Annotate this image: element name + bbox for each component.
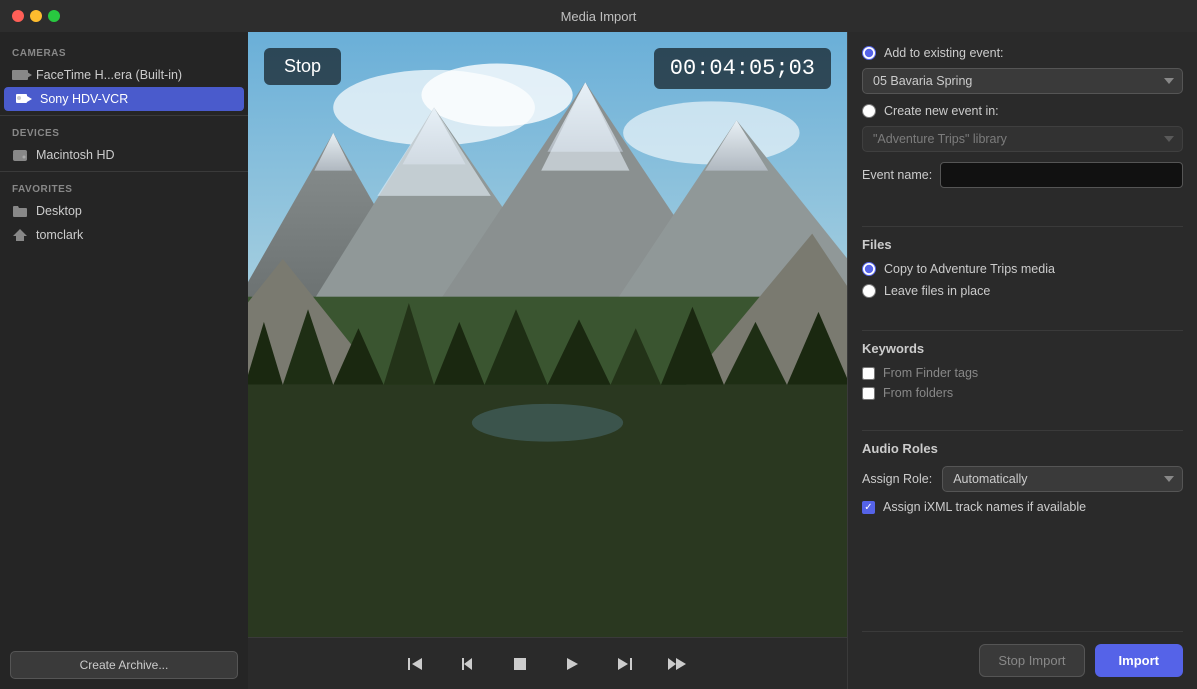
keywords-title: Keywords xyxy=(862,341,1183,356)
sidebar-item-facetime-label: FaceTime H...era (Built-in) xyxy=(36,68,182,82)
sidebar-item-sony-hdv[interactable]: Sony HDV-VCR xyxy=(4,87,244,111)
hdd-icon xyxy=(12,149,28,161)
new-event-library-dropdown[interactable]: "Adventure Trips" library xyxy=(862,126,1183,152)
stop-button[interactable]: Stop xyxy=(264,48,341,85)
favorites-header: FAVORITES xyxy=(0,176,248,199)
create-archive-button[interactable]: Create Archive... xyxy=(10,651,238,679)
minimize-button[interactable] xyxy=(30,10,42,22)
sidebar-item-macintosh-hd[interactable]: Macintosh HD xyxy=(0,143,248,167)
folder-icon xyxy=(12,205,28,217)
sidebar: CAMERAS FaceTime H...era (Built-in) Sony… xyxy=(0,32,248,689)
assign-role-row: Assign Role: Automatically xyxy=(862,466,1183,492)
sidebar-item-tomclark-label: tomclark xyxy=(36,228,83,242)
files-title: Files xyxy=(862,237,1183,252)
main-layout: CAMERAS FaceTime H...era (Built-in) Sony… xyxy=(0,32,1197,689)
copy-to-label: Copy to Adventure Trips media xyxy=(884,262,1055,276)
add-existing-radio[interactable] xyxy=(862,46,876,60)
divider-2 xyxy=(862,330,1183,331)
copy-to-radio-row: Copy to Adventure Trips media xyxy=(862,262,1183,276)
event-name-input[interactable] xyxy=(940,162,1183,188)
sidebar-item-macintosh-label: Macintosh HD xyxy=(36,148,115,162)
divider-1 xyxy=(862,226,1183,227)
existing-event-section: Add to existing event: 05 Bavaria Spring… xyxy=(862,46,1183,202)
sidebar-divider-1 xyxy=(0,115,248,116)
ixml-checkbox[interactable] xyxy=(862,501,875,514)
leave-in-place-radio[interactable] xyxy=(862,284,876,298)
sidebar-item-tomclark[interactable]: tomclark xyxy=(0,223,248,247)
sidebar-item-desktop[interactable]: Desktop xyxy=(0,199,248,223)
cameras-header: CAMERAS xyxy=(0,40,248,63)
timecode-display: 00:04:05;03 xyxy=(654,48,831,89)
existing-event-dropdown[interactable]: 05 Bavaria Spring xyxy=(862,68,1183,94)
from-folders-checkbox[interactable] xyxy=(862,387,875,400)
fast-forward-button[interactable] xyxy=(660,652,696,676)
audio-roles-title: Audio Roles xyxy=(862,441,1183,456)
from-folders-row: From folders xyxy=(862,386,1183,400)
bottom-buttons: Stop Import Import xyxy=(862,631,1183,689)
keywords-section: Keywords From Finder tags From folders xyxy=(862,341,1183,406)
finder-tags-checkbox[interactable] xyxy=(862,367,875,380)
divider-3 xyxy=(862,430,1183,431)
create-new-label: Create new event in: xyxy=(884,104,999,118)
assign-role-dropdown[interactable]: Automatically xyxy=(942,466,1183,492)
create-new-radio-row: Create new event in: xyxy=(862,104,1183,118)
sidebar-item-sony-label: Sony HDV-VCR xyxy=(40,92,128,106)
audio-roles-section: Audio Roles Assign Role: Automatically A… xyxy=(862,441,1183,528)
files-section: Files Copy to Adventure Trips media Leav… xyxy=(862,237,1183,306)
right-panel: Add to existing event: 05 Bavaria Spring… xyxy=(847,32,1197,689)
camera-icon xyxy=(12,69,28,81)
ixml-label: Assign iXML track names if available xyxy=(883,500,1086,514)
import-button[interactable]: Import xyxy=(1095,644,1183,677)
maximize-button[interactable] xyxy=(48,10,60,22)
play-button[interactable] xyxy=(556,652,588,676)
event-name-label: Event name: xyxy=(862,168,932,182)
skip-to-start-button[interactable] xyxy=(400,652,432,676)
window-title: Media Import xyxy=(561,9,637,24)
transport-bar xyxy=(248,637,847,689)
add-existing-label: Add to existing event: xyxy=(884,46,1004,60)
skip-to-end-button[interactable] xyxy=(608,652,640,676)
traffic-lights xyxy=(12,10,60,22)
title-bar: Media Import xyxy=(0,0,1197,32)
sidebar-bottom: Create Archive... xyxy=(0,641,248,689)
sidebar-item-desktop-label: Desktop xyxy=(36,204,82,218)
copy-to-radio[interactable] xyxy=(862,262,876,276)
assign-role-label: Assign Role: xyxy=(862,472,932,486)
event-name-row: Event name: xyxy=(862,162,1183,188)
stop-import-button[interactable]: Stop Import xyxy=(979,644,1084,677)
preview-area: Stop 00:04:05;03 xyxy=(248,32,847,689)
home-icon xyxy=(12,229,28,241)
sidebar-item-facetime[interactable]: FaceTime H...era (Built-in) xyxy=(0,63,248,87)
step-back-button[interactable] xyxy=(452,652,484,676)
add-existing-radio-row: Add to existing event: xyxy=(862,46,1183,60)
from-folders-label: From folders xyxy=(883,386,953,400)
sidebar-divider-2 xyxy=(0,171,248,172)
camera-icon-2 xyxy=(16,93,32,105)
create-new-radio[interactable] xyxy=(862,104,876,118)
stop-square-button[interactable] xyxy=(504,652,536,676)
leave-in-place-radio-row: Leave files in place xyxy=(862,284,1183,298)
devices-header: DEVICES xyxy=(0,120,248,143)
finder-tags-label: From Finder tags xyxy=(883,366,978,380)
video-container: Stop 00:04:05;03 xyxy=(248,32,847,637)
ixml-row: Assign iXML track names if available xyxy=(862,500,1183,514)
close-button[interactable] xyxy=(12,10,24,22)
finder-tags-row: From Finder tags xyxy=(862,366,1183,380)
leave-in-place-label: Leave files in place xyxy=(884,284,990,298)
